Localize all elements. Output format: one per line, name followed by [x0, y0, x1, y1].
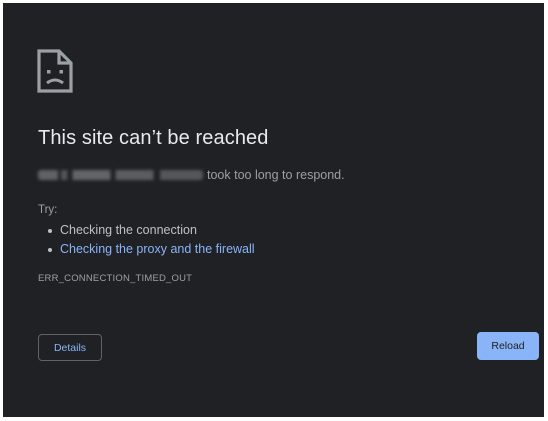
error-code: ERR_CONNECTION_TIMED_OUT — [38, 273, 193, 284]
redacted-hostname — [38, 170, 203, 180]
suggestion-item: Checking the connection — [48, 221, 255, 240]
suggestions-list: Checking the connection Checking the pro… — [48, 221, 255, 259]
try-label: Try: — [38, 204, 58, 216]
error-summary: took too long to respond. — [38, 168, 345, 182]
reload-button[interactable]: Reload — [477, 332, 539, 360]
bullet-icon — [48, 248, 52, 252]
sad-document-icon — [35, 48, 75, 94]
bullet-icon — [48, 229, 52, 233]
details-button[interactable]: Details — [38, 334, 102, 361]
suggestion-item: Checking the proxy and the firewall — [48, 240, 255, 259]
page-title: This site can’t be reached — [38, 127, 269, 149]
summary-text: took too long to respond. — [207, 168, 345, 182]
suggestion-check-connection: Checking the connection — [60, 223, 197, 237]
error-page: This site can’t be reached took too long… — [3, 3, 544, 417]
suggestion-proxy-firewall-link[interactable]: Checking the proxy and the firewall — [60, 242, 255, 256]
